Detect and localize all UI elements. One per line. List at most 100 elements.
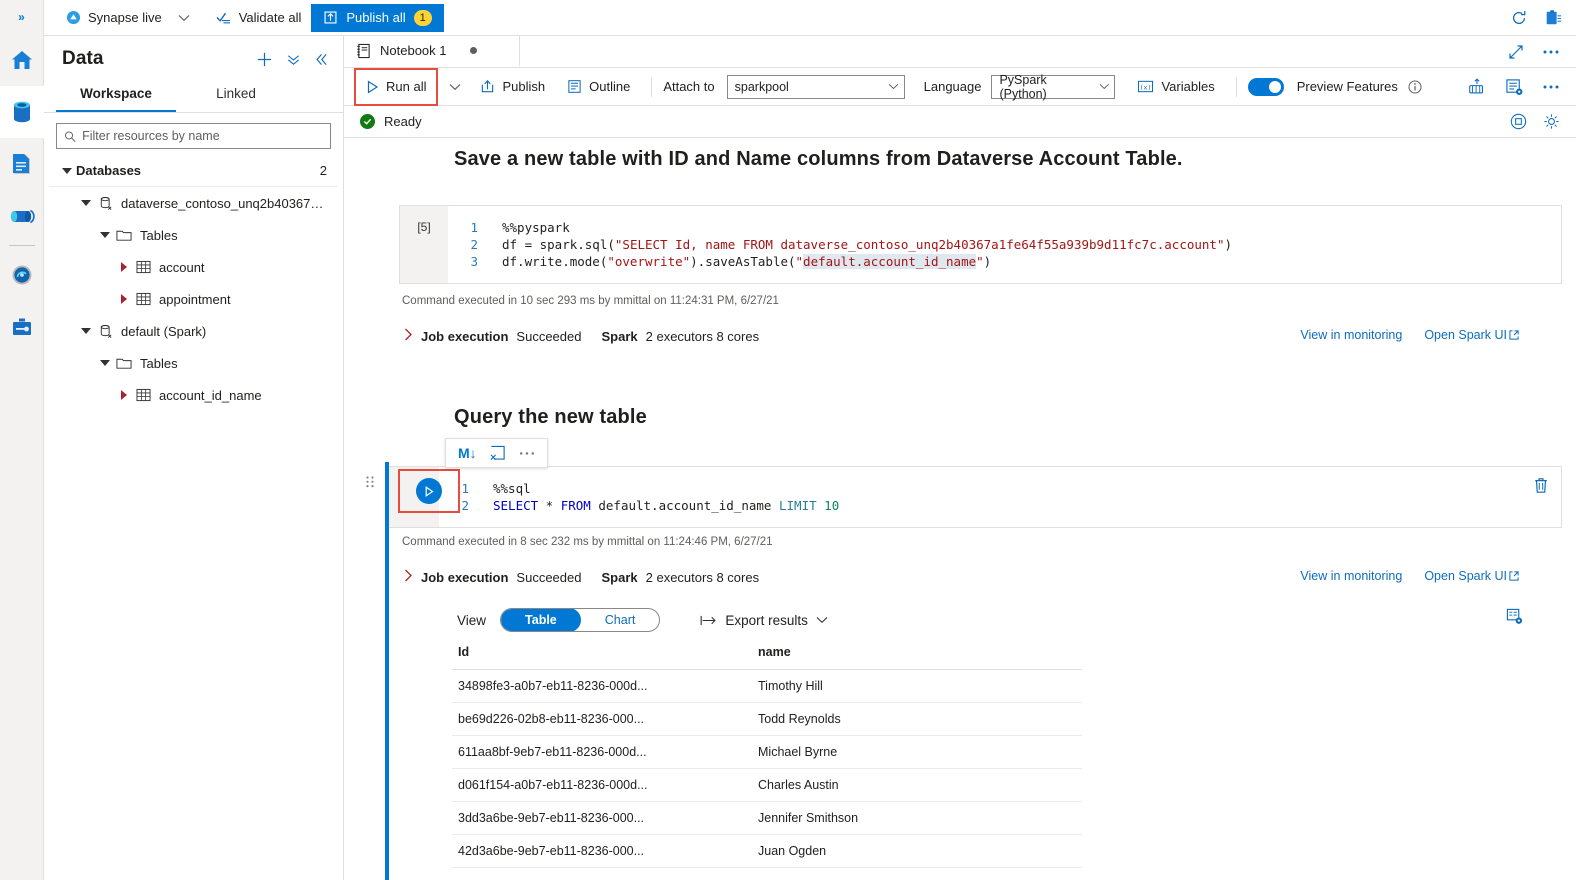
- notebook-settings-button[interactable]: [1505, 78, 1524, 96]
- tab-linked[interactable]: Linked: [176, 78, 296, 112]
- tab-notebook-1[interactable]: Notebook 1: [344, 36, 520, 67]
- collapsed-triangle-icon[interactable]: [115, 390, 133, 400]
- rail-item-integrate[interactable]: [0, 190, 44, 242]
- session-settings-button[interactable]: [1543, 113, 1560, 130]
- code-line-text[interactable]: df.write.mode("overwrite").saveAsTable("…: [502, 253, 991, 270]
- validate-all-button[interactable]: Validate all: [206, 4, 312, 32]
- pivot-chart-option[interactable]: Chart: [581, 609, 660, 631]
- refresh-button[interactable]: [1510, 9, 1528, 27]
- cell-1-code[interactable]: 1 %%pyspark 2 df = spark.sql("SELECT Id, na…: [448, 206, 1561, 283]
- cell-1-open-spark-ui-link[interactable]: Open Spark UI: [1424, 328, 1519, 342]
- expand-job-chevron-icon-2[interactable]: [404, 569, 413, 585]
- tree-item-default-spark[interactable]: default (Spark): [50, 315, 337, 347]
- publish-button[interactable]: Publish: [470, 73, 555, 101]
- notebook-body: Save a new table with ID and Name column…: [344, 138, 1576, 880]
- code-line: 1 %%pyspark: [448, 219, 1561, 236]
- notebook-toolbar-more-button[interactable]: [1542, 84, 1560, 90]
- expanded-triangle-icon[interactable]: [96, 232, 114, 238]
- code-line-text[interactable]: df = spark.sql("SELECT Id, name FROM dat…: [502, 236, 1232, 253]
- rail-item-data[interactable]: [0, 86, 44, 138]
- code-line-text[interactable]: SELECT * FROM default.account_id_name LI…: [493, 497, 839, 514]
- double-chevron-left-icon: [316, 53, 327, 65]
- variables-button[interactable]: (x) Variables: [1127, 73, 1224, 101]
- synapse-live-mode-button[interactable]: Synapse live: [56, 4, 172, 32]
- code-line-text[interactable]: %%pyspark: [502, 219, 570, 236]
- code-line-text[interactable]: %%sql: [493, 480, 531, 497]
- tree-item-tables[interactable]: Tables: [50, 219, 337, 251]
- export-results-button[interactable]: Export results: [700, 613, 828, 628]
- pivot-table-option[interactable]: Table: [501, 609, 581, 631]
- expand-notebook-button[interactable]: [1508, 44, 1524, 60]
- clear-output-icon[interactable]: [490, 445, 506, 461]
- tree-item-tables[interactable]: Tables: [50, 347, 337, 379]
- cell-2-view-monitoring-link[interactable]: View in monitoring: [1300, 569, 1402, 583]
- expanded-triangle-icon[interactable]: [77, 328, 95, 334]
- stop-session-button[interactable]: [1510, 113, 1527, 130]
- synapse-studio-window: » Synapse live Validate all Publish all …: [0, 0, 1576, 880]
- collapsed-triangle-icon[interactable]: [115, 294, 133, 304]
- cell-2-job-links: View in monitoring Open Spark UI: [1300, 569, 1519, 583]
- rail-item-develop[interactable]: [0, 138, 44, 190]
- cell-1-job-row[interactable]: Job execution Succeeded Spark 2 executor…: [404, 328, 759, 344]
- cell-2-delete-button[interactable]: [1533, 477, 1549, 497]
- code-cell-2[interactable]: 1 %%sql 2 SELECT * FROM default.account_id_…: [389, 466, 1562, 528]
- cell-2-run-button[interactable]: [416, 478, 442, 504]
- expand-job-chevron-icon[interactable]: [404, 328, 413, 344]
- tree-item-databases[interactable]: Databases 2: [50, 155, 337, 187]
- table-row[interactable]: 3dd3a6be-9eb7-eb11-8236-000... Jennifer S…: [452, 801, 1082, 835]
- add-resource-button[interactable]: [256, 51, 273, 68]
- outline-button[interactable]: Outline: [557, 73, 640, 101]
- table-row[interactable]: 611aa8bf-9eb7-eb11-8236-000d... Michael B…: [452, 735, 1082, 769]
- table-row[interactable]: 42d3a6be-9eb7-eb11-8236-000... Juan Ogden: [452, 834, 1082, 868]
- results-column-header[interactable]: name: [752, 635, 1082, 670]
- add-to-pipeline-button[interactable]: [1467, 77, 1487, 96]
- table-row[interactable]: d061f154-a0b7-eb11-8236-000d... Charles A…: [452, 768, 1082, 802]
- tab-workspace[interactable]: Workspace: [56, 78, 176, 112]
- results-column-header[interactable]: Id: [452, 635, 752, 670]
- preview-features-info-button[interactable]: [1408, 80, 1422, 94]
- notebook-status-bar: Ready: [344, 106, 1576, 138]
- results-view-pivot[interactable]: Table Chart: [500, 608, 661, 632]
- results-settings-button[interactable]: [1506, 608, 1523, 628]
- code-cell-1[interactable]: [5] 1 %%pyspark 2 df = spark.sql("SELECT Id…: [399, 205, 1562, 284]
- rail-divider: [8, 245, 35, 246]
- success-check-icon: [360, 114, 375, 129]
- tree-item-appointment[interactable]: appointment: [50, 283, 337, 315]
- table-row[interactable]: be69d226-02b8-eb11-8236-000... Todd Reyno…: [452, 702, 1082, 736]
- preview-features-toggle[interactable]: [1247, 77, 1284, 96]
- collapse-all-button[interactable]: [286, 52, 301, 67]
- synapse-live-chevron[interactable]: [172, 14, 196, 22]
- table-row[interactable]: 34898fe3-a0b7-eb11-8236-000d... Timothy H…: [452, 669, 1082, 703]
- attach-to-select[interactable]: sparkpool: [726, 74, 905, 99]
- markdown-convert-icon[interactable]: M↓: [458, 445, 477, 461]
- tree-item-dataverse-contoso-unq2b40367a1f[interactable]: dataverse_contoso_unq2b40367a1f...: [50, 187, 337, 219]
- tree-item-label: dataverse_contoso_unq2b40367a1f...: [121, 195, 327, 211]
- expanded-triangle-icon[interactable]: [58, 167, 76, 174]
- run-all-chevron-button[interactable]: [442, 73, 468, 101]
- tree-item-account-id-name[interactable]: account_id_name: [50, 379, 337, 411]
- run-all-button[interactable]: Run all: [362, 73, 430, 101]
- expand-rail-button[interactable]: »: [0, 0, 44, 34]
- publish-all-button[interactable]: Publish all 1: [311, 3, 444, 32]
- cell-2-job-row[interactable]: Job execution Succeeded Spark 2 executor…: [404, 569, 759, 585]
- rail-item-monitor[interactable]: [0, 249, 44, 301]
- filter-box[interactable]: [56, 123, 331, 149]
- language-select[interactable]: PySpark (Python): [991, 73, 1116, 101]
- expanded-triangle-icon[interactable]: [77, 200, 95, 206]
- cell-1-view-monitoring-link[interactable]: View in monitoring: [1300, 328, 1402, 342]
- cell-2-open-spark-ui-link[interactable]: Open Spark UI: [1424, 569, 1519, 583]
- cell-2-more-icon[interactable]: [519, 451, 535, 456]
- collapse-panel-button[interactable]: [314, 52, 329, 67]
- search-input[interactable]: [82, 129, 323, 143]
- notebook-tab-more-button[interactable]: [1542, 49, 1560, 55]
- cell-2-job-status: Succeeded: [516, 569, 582, 585]
- drag-handle-icon[interactable]: [366, 476, 374, 488]
- cell-2-code[interactable]: 1 %%sql 2 SELECT * FROM default.account_id_…: [439, 467, 1561, 527]
- expanded-triangle-icon[interactable]: [96, 360, 114, 366]
- tree-item-account[interactable]: account: [50, 251, 337, 283]
- refresh-icon: [1512, 10, 1526, 24]
- feedback-button[interactable]: [1544, 9, 1562, 27]
- collapsed-triangle-icon[interactable]: [115, 262, 133, 272]
- rail-item-home[interactable]: [0, 34, 44, 86]
- rail-item-manage[interactable]: [0, 301, 44, 353]
